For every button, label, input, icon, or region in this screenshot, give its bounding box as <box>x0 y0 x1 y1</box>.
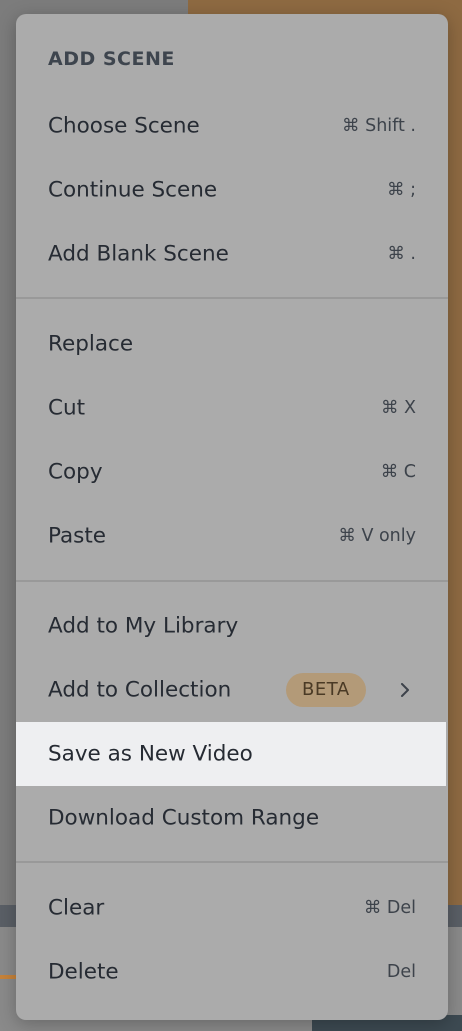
menu-item-delete[interactable]: Delete Del <box>16 940 448 1004</box>
section-header-add-scene: ADD SCENE <box>48 48 175 70</box>
menu-item-add-to-my-library[interactable]: Add to My Library <box>16 594 448 658</box>
shortcut-hint: ⌘ . <box>387 244 416 264</box>
menu-item-label: Delete <box>48 959 119 985</box>
menu-item-cut[interactable]: Cut ⌘ X <box>16 376 448 440</box>
menu-item-paste[interactable]: Paste ⌘ V only <box>16 504 448 568</box>
menu-item-label: Replace <box>48 331 134 357</box>
menu-item-copy[interactable]: Copy ⌘ C <box>16 440 448 504</box>
menu-item-label: Download Custom Range <box>48 805 320 831</box>
menu-divider <box>16 580 448 582</box>
menu-item-label: Save as New Video <box>48 741 253 767</box>
menu-item-label: Add to My Library <box>48 613 239 639</box>
menu-item-download-custom-range[interactable]: Download Custom Range <box>16 786 448 850</box>
menu-item-label: Add to Collection <box>48 677 232 703</box>
menu-item-label: Copy <box>48 459 103 485</box>
menu-item-choose-scene[interactable]: Choose Scene ⌘ Shift . <box>16 94 448 158</box>
shortcut-hint: ⌘ Shift . <box>342 116 416 136</box>
shortcut-hint: ⌘ X <box>380 398 416 418</box>
beta-badge: BETA <box>286 673 366 707</box>
menu-item-label: Continue Scene <box>48 177 218 203</box>
shortcut-hint: ⌘ C <box>380 462 416 482</box>
shortcut-hint: Del <box>386 962 416 982</box>
menu-item-label: Choose Scene <box>48 113 200 139</box>
menu-item-label: Paste <box>48 523 107 549</box>
menu-item-continue-scene[interactable]: Continue Scene ⌘ ; <box>16 158 448 222</box>
shortcut-hint: ⌘ Del <box>363 898 416 918</box>
shortcut-hint: ⌘ ; <box>387 180 416 200</box>
menu-item-replace[interactable]: Replace <box>16 312 448 376</box>
chevron-right-icon <box>401 683 409 697</box>
shortcut-hint: ⌘ V only <box>338 526 416 546</box>
menu-divider <box>16 861 448 863</box>
menu-divider <box>16 297 448 299</box>
menu-item-label: Cut <box>48 395 86 421</box>
menu-item-add-blank-scene[interactable]: Add Blank Scene ⌘ . <box>16 222 448 286</box>
menu-item-add-to-collection[interactable]: Add to Collection BETA <box>16 658 448 722</box>
menu-item-label: Clear <box>48 895 105 921</box>
context-menu: ADD SCENE Choose Scene ⌘ Shift . Continu… <box>16 14 448 1020</box>
menu-item-clear[interactable]: Clear ⌘ Del <box>16 876 448 940</box>
menu-item-label: Add Blank Scene <box>48 241 229 267</box>
menu-item-save-as-new-video[interactable]: Save as New Video <box>16 722 446 786</box>
